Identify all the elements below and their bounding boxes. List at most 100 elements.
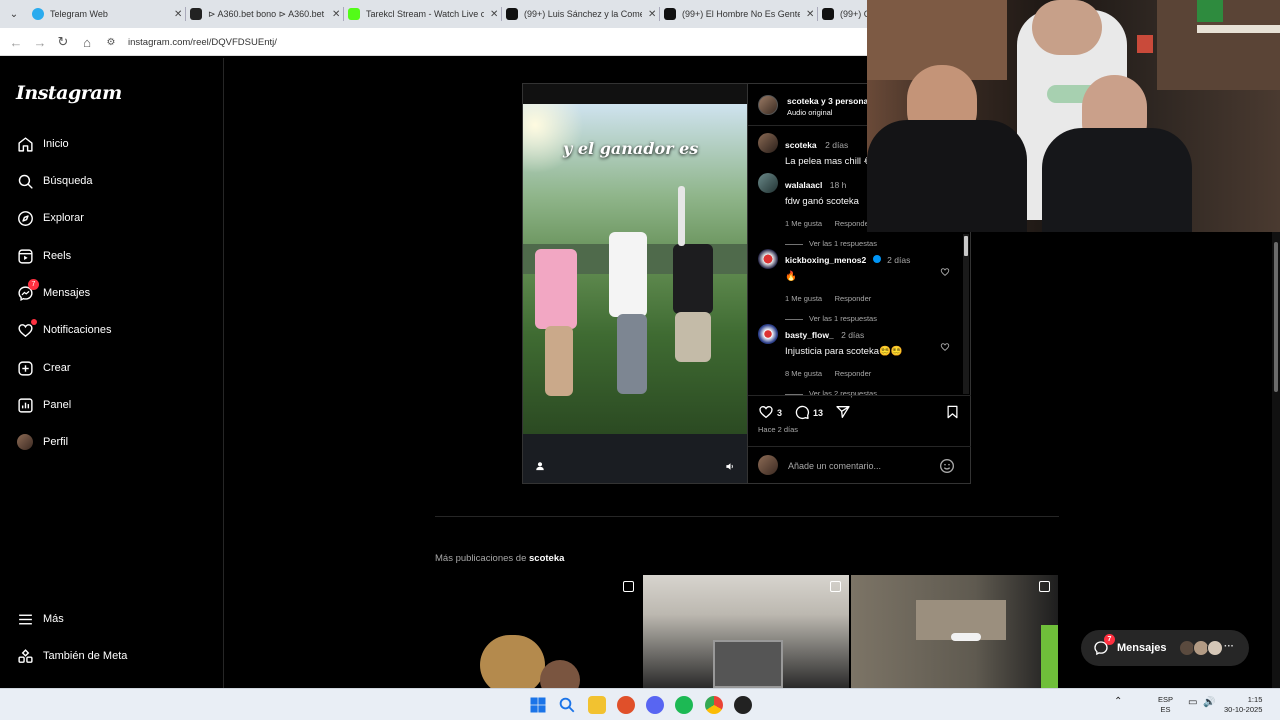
tagged-users-icon[interactable] (533, 459, 547, 473)
sidebar-item-crear[interactable]: Crear (16, 356, 71, 380)
tray-chevron-icon[interactable]: ⌃ (1114, 697, 1122, 707)
tab-tiktok-2[interactable]: (99+) El Hombre No Es Gente: F ✕ (664, 3, 819, 25)
volume-icon[interactable] (723, 459, 737, 473)
home-icon (16, 135, 34, 153)
app-icon[interactable] (617, 696, 635, 714)
file-explorer-icon[interactable] (588, 696, 606, 714)
comment-input[interactable]: Añade un comentario... (788, 461, 881, 471)
comment-like-heart-icon[interactable] (940, 339, 950, 351)
reels-icon (16, 247, 34, 265)
reload-icon[interactable]: ↻ (55, 34, 71, 50)
reply-button[interactable]: Responder (835, 294, 872, 303)
back-arrow-icon[interactable]: ← (8, 34, 24, 50)
reply-button[interactable]: Responder (835, 219, 872, 228)
comment-bubble-icon[interactable] (794, 404, 810, 422)
reel-video[interactable]: y el ganador es (522, 83, 748, 484)
sidebar-item-label: Reels (43, 250, 72, 262)
tab-telegram[interactable]: Telegram Web ✕ (32, 3, 187, 25)
bookmark-icon[interactable] (945, 404, 960, 425)
comment-like-count[interactable]: 1 Me gusta (785, 294, 822, 303)
messages-floating-button[interactable]: 7 Mensajes ··· (1081, 630, 1249, 666)
compass-icon (16, 209, 34, 227)
unread-badge: 7 (1104, 634, 1115, 645)
language-indicator[interactable]: ESP ES (1158, 695, 1173, 715)
comments-scrollbar[interactable] (963, 234, 969, 394)
forward-arrow-icon[interactable]: → (32, 34, 48, 50)
tab-search-button[interactable]: ⌄ (6, 6, 22, 22)
search-icon[interactable] (558, 696, 576, 714)
instagram-logo[interactable]: Instagram (16, 82, 122, 104)
comment-like-count[interactable]: 1 Me gusta (785, 219, 822, 228)
like-heart-icon[interactable] (758, 404, 774, 422)
home-icon[interactable]: ⌂ (79, 34, 95, 50)
sidebar-item-label: Más (43, 613, 64, 625)
close-tab-icon[interactable]: ✕ (490, 9, 498, 20)
close-tab-icon[interactable]: ✕ (174, 9, 182, 20)
post-date[interactable]: Hace 2 días (758, 425, 798, 434)
more-posts-heading: Más publicaciones de scoteka (435, 553, 565, 564)
view-replies-button[interactable]: Ver las 1 respuestas (809, 239, 877, 248)
comment-count[interactable]: 13 (813, 408, 823, 418)
share-paper-plane-icon[interactable] (835, 404, 851, 422)
tab-title: (99+) El Hombre No Es Gente: F (682, 9, 800, 19)
sidebar-item-reels[interactable]: Reels (16, 244, 71, 268)
grid-post-2[interactable] (643, 575, 849, 688)
like-count[interactable]: 3 (777, 408, 782, 418)
grid-post-3[interactable] (851, 575, 1058, 688)
tiktok-icon (822, 8, 834, 20)
avatar[interactable] (758, 249, 778, 269)
comment-text: Injusticia para scoteka😵‍💫😵‍💫 (785, 346, 903, 357)
sidebar-item-tambien-de-meta[interactable]: También de Meta (16, 644, 127, 668)
tab-title: ⊳ A360.bet bono ⊳ A360.bet b (208, 8, 326, 19)
avatar[interactable] (758, 95, 778, 115)
close-tab-icon[interactable]: ✕ (806, 9, 814, 20)
avatar[interactable] (758, 133, 778, 153)
sidebar-item-notificaciones[interactable]: Notificaciones (16, 318, 111, 342)
carousel-icon (623, 581, 634, 592)
kick-icon (348, 8, 360, 20)
emoji-icon[interactable] (939, 458, 955, 479)
tab-tiktok-1[interactable]: (99+) Luis Sánchez y la Comedia ✕ (506, 3, 661, 25)
comment-author[interactable]: basty_flow_ (785, 330, 834, 340)
tab-tiktok-3[interactable]: (99+) Co (822, 3, 870, 25)
obs-icon[interactable] (734, 696, 752, 714)
network-icon[interactable]: ▭ (1188, 698, 1197, 708)
sidebar-item-label: Mensajes (43, 287, 91, 299)
comment-author[interactable]: scoteka (785, 140, 817, 150)
tiktok-icon (664, 8, 676, 20)
page-scrollbar[interactable] (1272, 232, 1280, 688)
tab-title: (99+) Co (840, 9, 870, 19)
site-info-icon[interactable]: ⚙ (104, 35, 118, 49)
sidebar-item-panel[interactable]: Panel (16, 393, 71, 417)
view-replies-button[interactable]: Ver las 1 respuestas (809, 314, 877, 323)
sidebar-item-mas[interactable]: Más (16, 607, 64, 631)
grid-post-1[interactable] (435, 575, 642, 688)
sidebar-item-explorar[interactable]: Explorar (16, 206, 84, 230)
volume-icon[interactable]: 🔊 (1203, 698, 1215, 708)
sidebar-item-mensajes[interactable]: 7 Mensajes (16, 279, 91, 305)
carousel-icon (830, 581, 841, 592)
close-tab-icon[interactable]: ✕ (648, 9, 656, 20)
windows-start-icon[interactable] (529, 696, 547, 714)
reply-button[interactable]: Responder (835, 369, 872, 378)
comment-author[interactable]: kickboxing_menos2 (785, 255, 866, 265)
spotify-icon[interactable] (675, 696, 693, 714)
tab-kick-stream[interactable]: Tarekcl Stream - Watch Live on ✕ (348, 3, 503, 25)
close-tab-icon[interactable]: ✕ (332, 9, 340, 20)
comment-author[interactable]: walalaacl (785, 180, 822, 190)
sidebar-item-label: Notificaciones (43, 324, 112, 336)
discord-icon[interactable] (646, 696, 664, 714)
tab-a360[interactable]: ⊳ A360.bet bono ⊳ A360.bet b ✕ (190, 3, 345, 25)
comment-like-heart-icon[interactable] (940, 264, 950, 276)
sidebar-item-perfil[interactable]: Perfil (16, 430, 68, 454)
sidebar-item-busqueda[interactable]: Búsqueda (16, 169, 93, 193)
telegram-icon (32, 8, 44, 20)
sidebar-item-inicio[interactable]: Inicio (16, 132, 69, 156)
avatar[interactable] (758, 173, 778, 193)
chrome-icon[interactable] (705, 696, 723, 714)
url-field[interactable]: ⚙ instagram.com/reel/DQVFDSUEntj/ (104, 33, 864, 51)
clock[interactable]: 1:15 30-10-2025 (1224, 695, 1262, 715)
more-posts-user-link[interactable]: scoteka (529, 553, 564, 564)
avatar[interactable] (758, 324, 778, 344)
comment-like-count[interactable]: 8 Me gusta (785, 369, 822, 378)
